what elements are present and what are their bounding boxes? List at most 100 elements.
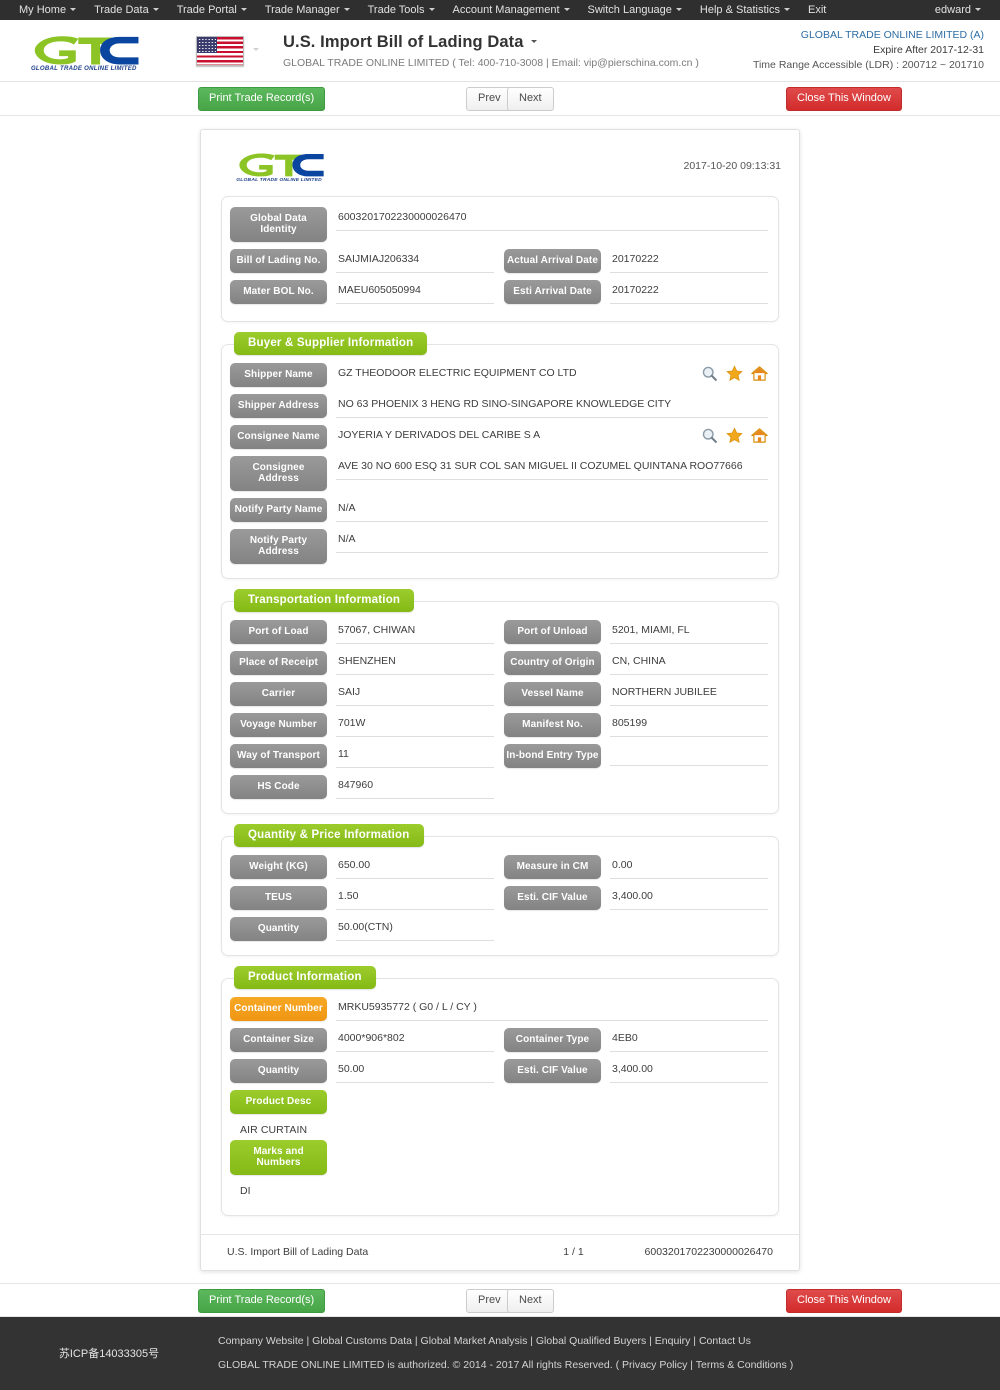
footer-link-privacy-policy[interactable]: Privacy Policy xyxy=(622,1359,687,1371)
field-product-esti-cif-value: Esti. CIF Value 3,400.00 xyxy=(504,1059,778,1083)
field-label: Weight (KG) xyxy=(230,855,327,879)
star-icon[interactable] xyxy=(726,365,743,382)
print-trade-records-button-bottom[interactable]: Print Trade Record(s) xyxy=(198,1289,326,1313)
home-icon[interactable] xyxy=(751,365,768,382)
nav-item-help-statistics[interactable]: Help & Statistics xyxy=(691,0,799,20)
field-quantity: Quantity 50.00(CTN) xyxy=(230,917,504,941)
close-window-button-bottom[interactable]: Close This Window xyxy=(786,1289,902,1313)
footer-link-contact-us[interactable]: Contact Us xyxy=(699,1335,751,1347)
transportation-card: Transportation Information Port of Load … xyxy=(221,589,779,814)
field-value: SHENZHEN xyxy=(336,651,494,675)
field-value: 1.50 xyxy=(336,886,494,910)
field-value: 50.00 xyxy=(336,1059,494,1083)
field-label: Esti. CIF Value xyxy=(504,886,601,910)
field-esti-arrival-date: Esti Arrival Date 20170222 xyxy=(504,280,778,304)
field-value: 20170222 xyxy=(610,249,768,273)
account-name[interactable]: GLOBAL TRADE ONLINE LIMITED (A) xyxy=(753,28,984,43)
field-country-of-origin: Country of Origin CN, CHINA xyxy=(504,651,778,675)
field-container-size: Container Size 4000*906*802 xyxy=(230,1028,504,1052)
field-row: Container Size 4000*906*802 Container Ty… xyxy=(222,1028,778,1052)
field-value: 3,400.00 xyxy=(610,1059,768,1083)
field-global-data-identity: Global Data Identity 6003201702230000026… xyxy=(230,207,778,242)
search-icon[interactable] xyxy=(701,427,718,444)
field-mater-bol-no: Mater BOL No. MAEU605050994 xyxy=(230,280,504,304)
field-row: Weight (KG) 650.00 Measure in CM 0.00 xyxy=(222,855,778,879)
nav-item-my-home[interactable]: My Home xyxy=(10,0,85,20)
field-value: 5201, MIAMI, FL xyxy=(610,620,768,644)
prev-button[interactable]: Prev xyxy=(466,87,513,111)
gtc-logo[interactable]: GLOBAL TRADE ONLINE LIMITED xyxy=(22,31,152,71)
gtc-logo-icon: GLOBAL TRADE ONLINE LIMITED xyxy=(31,35,139,71)
home-icon[interactable] xyxy=(751,427,768,444)
footer-link-global-market-analysis[interactable]: Global Market Analysis xyxy=(421,1335,528,1347)
next-button[interactable]: Next xyxy=(507,87,554,111)
footer-link-company-website[interactable]: Company Website xyxy=(218,1335,304,1347)
prev-button-bottom[interactable]: Prev xyxy=(466,1289,513,1313)
close-window-button[interactable]: Close This Window xyxy=(786,87,902,111)
chevron-down-icon xyxy=(428,7,435,11)
footer-link-terms-conditions[interactable]: Terms & Conditions xyxy=(696,1359,787,1371)
flag-canton xyxy=(197,36,217,53)
gtc-logo-icon: GLOBAL TRADE ONLINE LIMITED xyxy=(236,153,324,183)
nav-item-exit[interactable]: Exit xyxy=(799,0,835,20)
nav-label: My Home xyxy=(19,4,67,16)
page-title-block: U.S. Import Bill of Lading Data GLOBAL T… xyxy=(283,33,753,69)
page-subtitle: GLOBAL TRADE ONLINE LIMITED ( Tel: 400-7… xyxy=(283,56,699,69)
footer-link-global-customs-data[interactable]: Global Customs Data xyxy=(312,1335,412,1347)
field-label: Vessel Name xyxy=(504,682,601,706)
product-information-card: Product Information Container Number MRK… xyxy=(221,966,779,1216)
field-row: Notify Party Address N/A xyxy=(222,529,778,564)
field-row: Port of Load 57067, CHIWAN Port of Unloa… xyxy=(222,620,778,644)
field-vessel-name: Vessel Name NORTHERN JUBILEE xyxy=(504,682,778,706)
account-time-range: Time Range Accessible (LDR) : 200712 ~ 2… xyxy=(752,59,984,71)
field-row: Voyage Number 701W Manifest No. 805199 xyxy=(222,713,778,737)
nav-item-account-management[interactable]: Account Management xyxy=(444,0,579,20)
field-row: Carrier SAIJ Vessel Name NORTHERN JUBILE… xyxy=(222,682,778,706)
field-port-of-unload: Port of Unload 5201, MIAMI, FL xyxy=(504,620,778,644)
search-icon[interactable] xyxy=(701,365,718,382)
field-value: N/A xyxy=(336,529,768,553)
field-row: TEUS 1.50 Esti. CIF Value 3,400.00 xyxy=(222,886,778,910)
field-row: Mater BOL No. MAEU605050994 Esti Arrival… xyxy=(222,280,778,304)
sheet-footer-identity: 6003201702230000026470 xyxy=(644,1246,773,1258)
field-row: Global Data Identity 6003201702230000026… xyxy=(222,207,778,242)
nav-label: Help & Statistics xyxy=(699,4,781,16)
record-sheet: GLOBAL TRADE ONLINE LIMITED 2017-10-20 0… xyxy=(200,129,800,1271)
footer-separator: | xyxy=(303,1334,313,1347)
nav-item-switch-language[interactable]: Switch Language xyxy=(579,0,691,20)
field-value: 701W xyxy=(336,713,494,737)
record-timestamp: 2017-10-20 09:13:31 xyxy=(683,160,782,172)
star-icon[interactable] xyxy=(726,427,743,444)
field-container-type: Container Type 4EB0 xyxy=(504,1028,778,1052)
footer-link-enquiry[interactable]: Enquiry xyxy=(655,1335,691,1347)
field-label: Measure in CM xyxy=(504,855,601,879)
chevron-down-icon xyxy=(784,7,791,11)
field-row: Quantity 50.00 Esti. CIF Value 3,400.00 xyxy=(222,1059,778,1083)
field-actual-arrival-date: Actual Arrival Date 20170222 xyxy=(504,249,778,273)
nav-item-user-menu[interactable]: edward xyxy=(926,0,990,20)
field-label: Product Desc xyxy=(230,1090,327,1114)
print-trade-records-button[interactable]: Print Trade Record(s) xyxy=(198,87,326,111)
field-label: Consignee Address xyxy=(230,456,327,491)
nav-item-trade-tools[interactable]: Trade Tools xyxy=(359,0,444,20)
field-label: Actual Arrival Date xyxy=(504,249,601,273)
nav-item-trade-data[interactable]: Trade Data xyxy=(85,0,168,20)
next-button-bottom[interactable]: Next xyxy=(507,1289,554,1313)
nav-item-trade-portal[interactable]: Trade Portal xyxy=(168,0,256,20)
field-label: Mater BOL No. xyxy=(230,280,327,304)
field-label: Manifest No. xyxy=(504,713,601,737)
field-value: 650.00 xyxy=(336,855,494,879)
page-title[interactable]: U.S. Import Bill of Lading Data xyxy=(283,33,753,52)
field-label: TEUS xyxy=(230,886,327,910)
footer-link-global-qualified-buyers[interactable]: Global Qualified Buyers xyxy=(536,1335,646,1347)
field-label: Country of Origin xyxy=(504,651,601,675)
brand-header: GLOBAL TRADE ONLINE LIMITED U.S. Import … xyxy=(0,20,1000,82)
field-notify-party-name: Notify Party Name N/A xyxy=(230,498,778,522)
nav-item-trade-manager[interactable]: Trade Manager xyxy=(256,0,359,20)
field-label: Esti. CIF Value xyxy=(504,1059,601,1083)
field-label: Quantity xyxy=(230,917,327,941)
sheet-footer-page: 1 / 1 xyxy=(563,1246,584,1258)
field-shipper-name: Shipper Name GZ THEODOOR ELECTRIC EQUIPM… xyxy=(230,363,778,387)
country-selector[interactable] xyxy=(196,35,259,66)
page-footer: 苏ICP备14033305号 Company Website | Global … xyxy=(0,1317,1000,1390)
